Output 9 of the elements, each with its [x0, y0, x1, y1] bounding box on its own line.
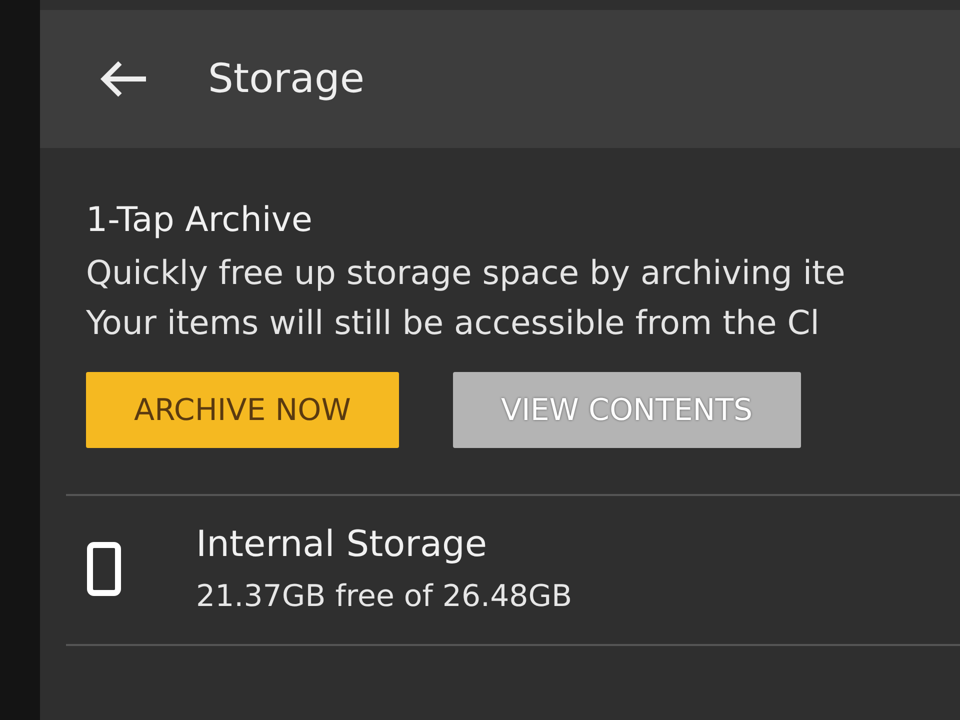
storage-detail: 21.37GB free of 26.48GB [196, 579, 572, 614]
description-text: Your items will still be accessible from the Cl [86, 302, 820, 344]
phone-icon [86, 541, 122, 597]
page-title: Storage [208, 56, 365, 102]
description-text: Quickly free up storage space by archiving ite [86, 252, 846, 294]
archive-button[interactable]: ARCHIVE NOW [86, 372, 399, 448]
back-arrow-icon[interactable] [98, 59, 148, 99]
section-title: 1-Tap Archive [86, 200, 314, 240]
storage-name[interactable]: Internal Storage [196, 524, 572, 565]
